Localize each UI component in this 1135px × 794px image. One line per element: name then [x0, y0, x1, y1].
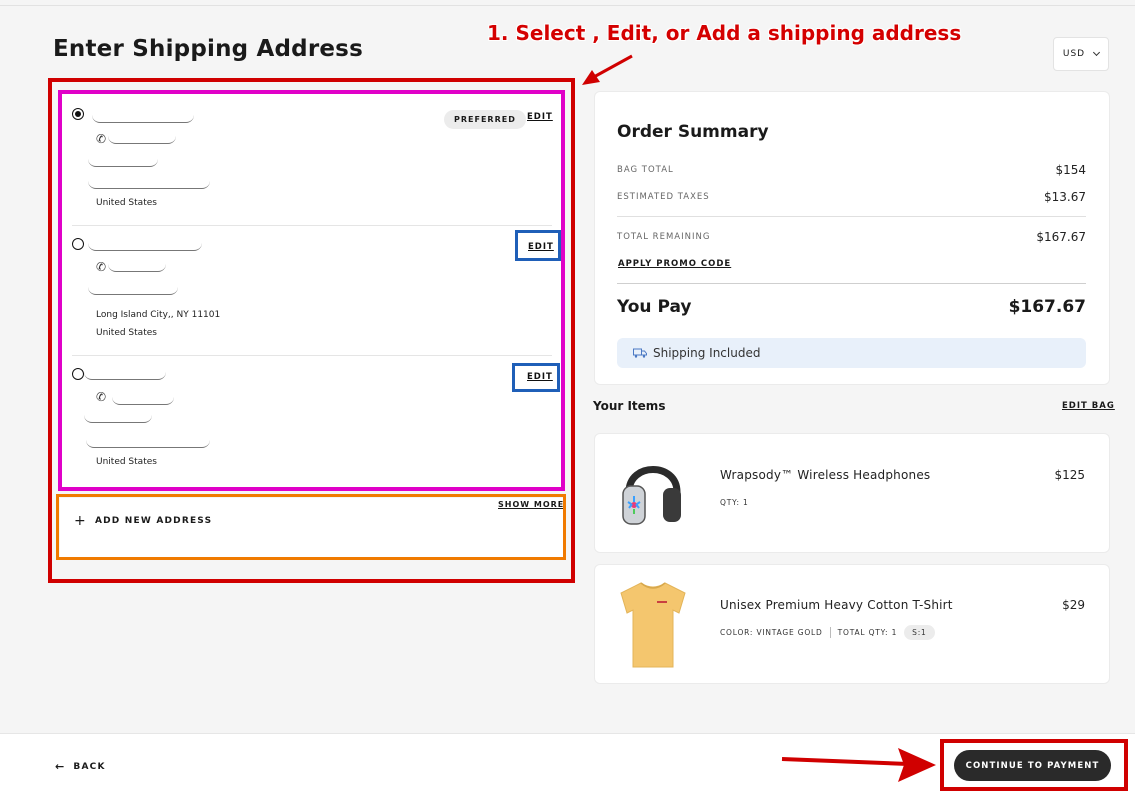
meta-divider: [829, 627, 831, 638]
truck-icon: [633, 348, 647, 358]
apply-promo-link[interactable]: APPLY PROMO CODE: [618, 259, 731, 269]
item-qty: QTY: 1: [720, 498, 749, 507]
address-line-field: [88, 180, 210, 189]
phone-icon: ✆: [96, 390, 107, 404]
address-name-field: [92, 114, 194, 123]
summary-divider: [617, 283, 1086, 284]
address-name-field: [84, 371, 166, 380]
phone-icon: ✆: [96, 132, 107, 146]
address-divider: [72, 355, 552, 356]
summary-divider: [617, 216, 1086, 217]
remaining-value: $167.67: [1036, 230, 1086, 244]
item-total-qty: TOTAL QTY: 1: [837, 628, 898, 637]
item-color: COLOR: VINTAGE GOLD: [720, 628, 823, 637]
bag-total-value: $154: [1055, 163, 1086, 177]
currency-value: USD: [1062, 49, 1086, 59]
item-name: Wrapsody™ Wireless Headphones: [720, 468, 931, 482]
edit-address-2-link[interactable]: EDIT: [528, 242, 554, 252]
shipping-included-banner: Shipping Included: [617, 338, 1086, 368]
taxes-label: ESTIMATED TAXES: [617, 192, 710, 202]
continue-to-payment-button[interactable]: CONTINUE TO PAYMENT: [954, 750, 1111, 781]
annotation-arrow-icon: [582, 54, 633, 85]
address-country: United States: [96, 198, 157, 208]
address-phone-field: [112, 396, 174, 405]
you-pay-row: You Pay $167.67: [617, 297, 1086, 317]
address-name-field: [88, 242, 202, 251]
address-country: United States: [96, 328, 157, 338]
address-street-field: [84, 414, 152, 423]
tshirt-image: [620, 582, 686, 668]
you-pay-value: $167.67: [1008, 297, 1086, 317]
shipping-included-text: Shipping Included: [653, 346, 761, 360]
address-radio-3[interactable]: [72, 368, 84, 380]
back-label: BACK: [73, 761, 106, 772]
remaining-label: TOTAL REMAINING: [617, 232, 711, 242]
address-street-field: [88, 158, 158, 167]
item-name: Unisex Premium Heavy Cotton T-Shirt: [720, 598, 953, 612]
item-meta: COLOR: VINTAGE GOLD TOTAL QTY: 1 S:1: [720, 625, 935, 640]
order-summary-card: Order Summary BAG TOTAL $154 ESTIMATED T…: [594, 91, 1110, 385]
bag-total-row: BAG TOTAL $154: [617, 163, 1086, 177]
currency-select[interactable]: USD: [1053, 37, 1109, 71]
you-pay-label: You Pay: [617, 297, 692, 317]
back-button[interactable]: ← BACK: [55, 760, 106, 773]
add-new-address-button[interactable]: + ADD NEW ADDRESS: [74, 513, 212, 529]
address-divider: [72, 225, 552, 226]
address-city: Long Island City,, NY 11101: [96, 310, 221, 320]
edit-bag-link[interactable]: EDIT BAG: [1062, 401, 1115, 411]
chevron-down-icon: [1093, 48, 1101, 57]
address-radio-2[interactable]: [72, 238, 84, 250]
edit-address-3-link[interactable]: EDIT: [527, 372, 553, 382]
address-list: ✆ United States PREFERRED EDIT ✆ Long Is…: [62, 94, 561, 487]
page-title: Enter Shipping Address: [53, 36, 363, 62]
item-price: $125: [1054, 468, 1085, 482]
annotation-arrow-icon: [781, 748, 936, 782]
your-items-title: Your Items: [593, 399, 666, 413]
top-divider: [0, 5, 1135, 6]
address-phone-field: [108, 263, 166, 272]
taxes-value: $13.67: [1044, 190, 1086, 204]
item-card-tshirt: Unisex Premium Heavy Cotton T-Shirt $29 …: [594, 564, 1110, 684]
plus-icon: +: [74, 513, 87, 529]
item-size-pill: S:1: [904, 625, 935, 640]
edit-address-1-link[interactable]: EDIT: [527, 112, 553, 122]
address-country: United States: [96, 457, 157, 467]
show-more-link[interactable]: SHOW MORE: [498, 500, 564, 509]
item-meta: QTY: 1: [720, 498, 749, 507]
annotation-text: 1. Select , Edit, or Add a shipping addr…: [487, 21, 962, 45]
bag-total-label: BAG TOTAL: [617, 165, 674, 175]
remaining-row: TOTAL REMAINING $167.67: [617, 230, 1086, 244]
item-card-headphones: Wrapsody™ Wireless Headphones $125 QTY: …: [594, 433, 1110, 553]
address-street-field: [88, 286, 178, 295]
address-phone-field: [108, 135, 176, 144]
taxes-row: ESTIMATED TAXES $13.67: [617, 190, 1086, 204]
address-line-field: [86, 439, 210, 448]
order-summary-title: Order Summary: [617, 122, 769, 142]
headphones-image: [622, 466, 681, 525]
address-radio-1[interactable]: [72, 108, 84, 120]
add-new-address-label: ADD NEW ADDRESS: [94, 516, 213, 526]
preferred-badge: PREFERRED: [444, 110, 526, 129]
phone-icon: ✆: [96, 260, 107, 274]
item-price: $29: [1062, 598, 1085, 612]
arrow-left-icon: ←: [55, 760, 66, 773]
